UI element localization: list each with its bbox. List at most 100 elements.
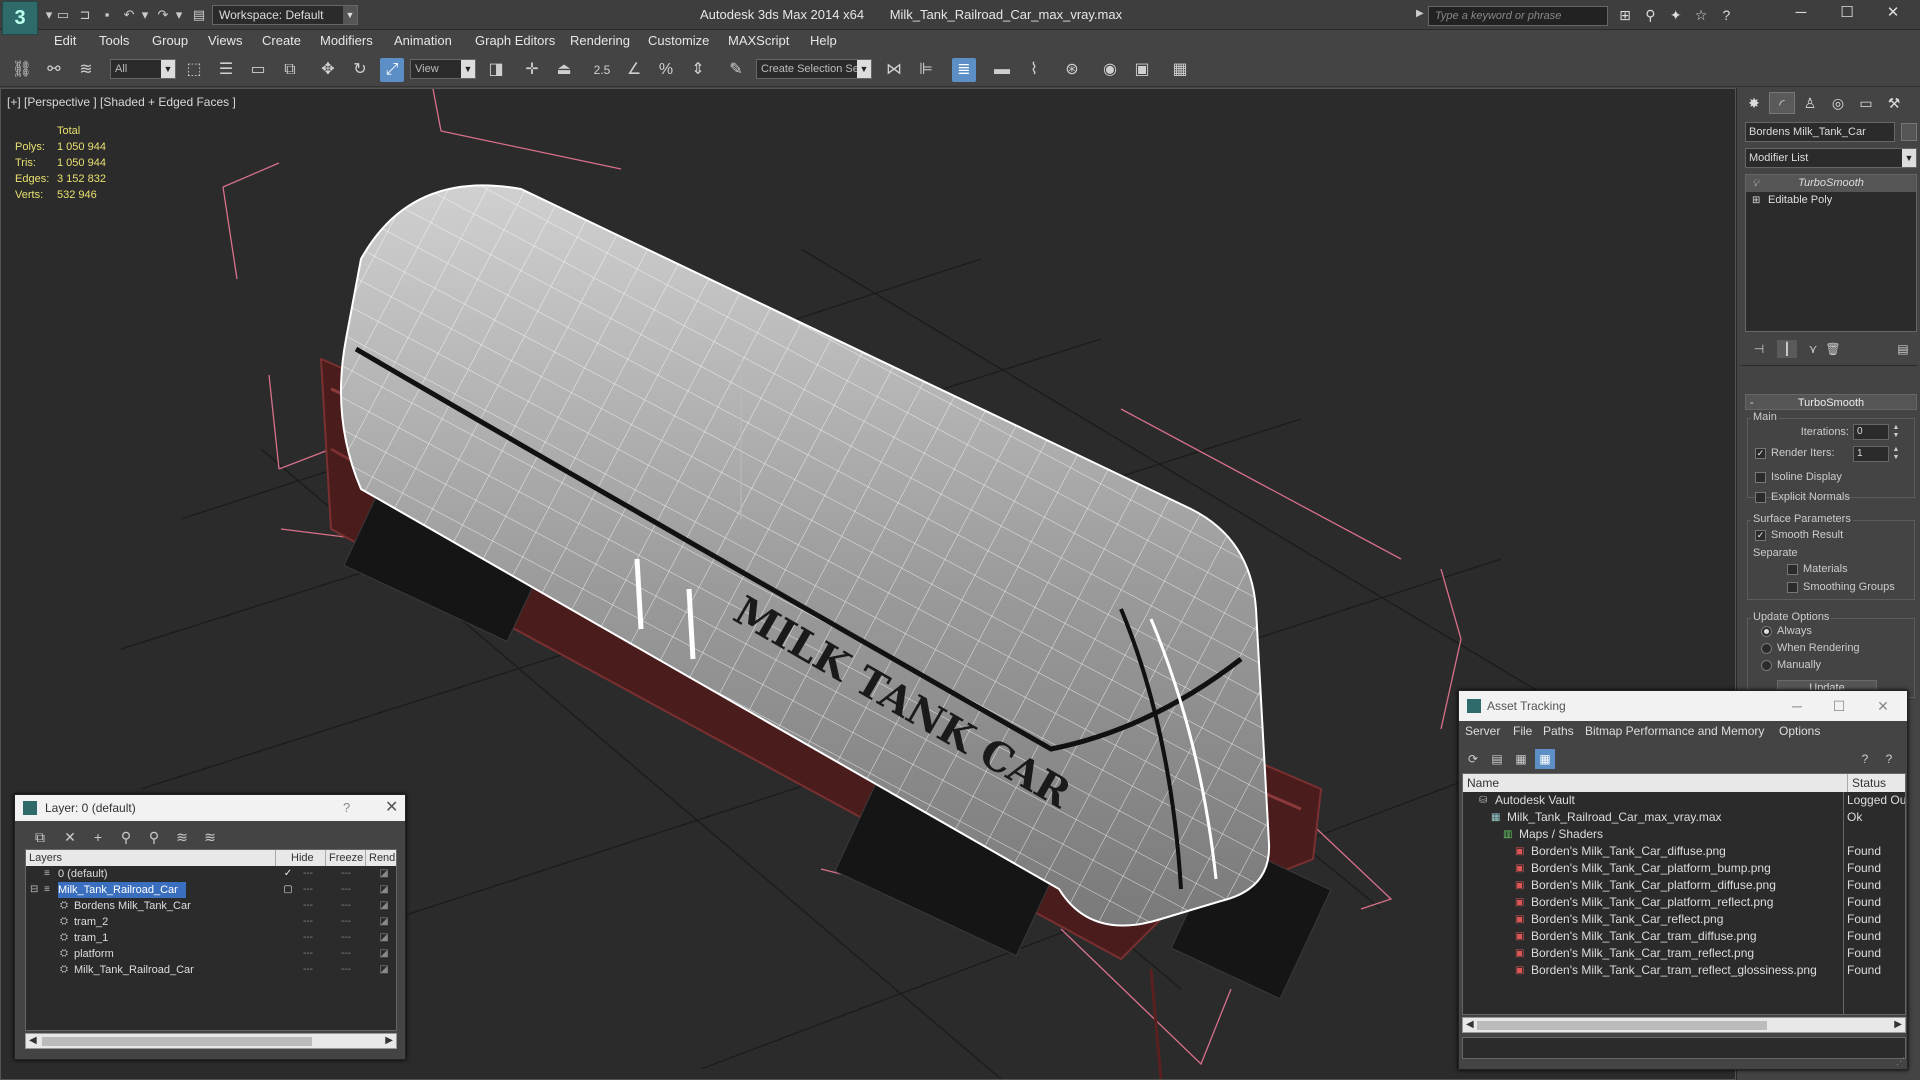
make-unique-icon[interactable]: ⋎ [1803, 340, 1823, 358]
binoculars-icon[interactable]: ⊞ [1614, 5, 1636, 25]
configure-sets-icon[interactable]: ▤ [1893, 340, 1913, 358]
close-icon[interactable]: ✕ [1863, 691, 1903, 721]
asset-menu-server[interactable]: Server [1465, 724, 1500, 738]
select-by-name-icon[interactable]: ☰ [214, 58, 238, 82]
scroll-right-icon[interactable]: ▶ [385, 1034, 393, 1048]
bind-space-warp-icon[interactable]: ≋ [74, 58, 98, 82]
menu-rendering[interactable]: Rendering [570, 33, 630, 48]
menu-help[interactable]: Help [810, 33, 837, 48]
always-radio[interactable] [1761, 626, 1772, 637]
scroll-right-icon[interactable]: ▶ [1894, 1018, 1902, 1032]
keyboard-shortcut-icon[interactable]: ⏏ [552, 58, 576, 82]
help-dropdown-icon[interactable]: ? [1879, 749, 1899, 769]
name-column-header[interactable]: Name [1467, 774, 1499, 792]
display-tab-icon[interactable]: ▭ [1853, 92, 1879, 114]
asset-row[interactable]: ▣ Borden's Milk_Tank_Car_diffuse.png Found [1463, 843, 1905, 860]
rectangular-selection-icon[interactable]: ▭ [246, 58, 270, 82]
asset-row[interactable]: ▣ Borden's Milk_Tank_Car_tram_reflect.png… [1463, 945, 1905, 962]
window-crossing-icon[interactable]: ⧉ [278, 58, 302, 82]
ribbon-toggle-icon[interactable]: ▬ [990, 58, 1014, 82]
open-file-icon[interactable]: ⊐ [76, 6, 94, 24]
remove-modifier-icon[interactable]: 🗑︎ [1823, 340, 1843, 358]
spinner-snap-icon[interactable]: ⇕ [686, 58, 710, 82]
pivot-center-icon[interactable]: ◨ [484, 58, 508, 82]
asset-menu-options[interactable]: Options [1779, 724, 1820, 738]
turbosmooth-rollout-header[interactable]: - TurboSmooth [1745, 394, 1917, 410]
help-icon[interactable]: ? [1715, 5, 1737, 25]
layer-row[interactable]: ⛭ tram_2 --- --- ◪ [26, 914, 396, 930]
menu-views[interactable]: Views [208, 33, 242, 48]
object-color-swatch[interactable] [1901, 123, 1917, 141]
asset-row[interactable]: ▣ Borden's Milk_Tank_Car_platform_diffuse… [1463, 877, 1905, 894]
asset-row[interactable]: ▣ Borden's Milk_Tank_Car_reflect.png Found [1463, 911, 1905, 928]
modify-tab-icon[interactable]: ◜ [1769, 92, 1795, 114]
new-file-icon[interactable]: ▭ [54, 6, 72, 24]
maximize-button[interactable]: ☐ [1824, 0, 1870, 26]
asset-row[interactable]: ▣ Borden's Milk_Tank_Car_tram_diffuse.png… [1463, 928, 1905, 945]
motion-tab-icon[interactable]: ◎ [1825, 92, 1851, 114]
select-and-link-icon[interactable]: ⛓ [10, 58, 34, 82]
render-iters-spinner-arrows[interactable]: ▲ ▼ [1891, 446, 1901, 462]
list-view-icon[interactable]: ▤ [1487, 749, 1507, 769]
iterations-spinner[interactable]: 0 [1853, 424, 1889, 440]
asset-tracking-titlebar[interactable]: Asset Tracking ─ ☐ ✕ [1459, 691, 1907, 721]
layer-horizontal-scrollbar[interactable]: ◀ ▶ [25, 1033, 397, 1049]
asset-menu-bitmap-performance[interactable]: Bitmap Performance and Memory [1585, 724, 1764, 738]
asset-row[interactable]: ▦ Milk_Tank_Railroad_Car_max_vray.max Ok [1463, 809, 1905, 826]
menu-customize[interactable]: Customize [648, 33, 709, 48]
stack-item-editable-poly[interactable]: ⊞ Editable Poly [1746, 192, 1916, 209]
freeze-all-layers-icon[interactable]: ≋ [199, 827, 221, 847]
layer-row[interactable]: ⛭ Milk_Tank_Railroad_Car --- --- ◪ [26, 962, 396, 978]
hide-all-layers-icon[interactable]: ≋ [171, 827, 193, 847]
expand-plus-icon[interactable]: ⊞ [1752, 192, 1760, 209]
menu-create[interactable]: Create [262, 33, 301, 48]
minimize-button[interactable]: ─ [1778, 0, 1824, 26]
layer-row[interactable]: ⛭ Bordens Milk_Tank_Car --- --- ◪ [26, 898, 396, 914]
scroll-thumb[interactable] [42, 1037, 312, 1046]
asset-path-field[interactable] [1462, 1037, 1906, 1059]
lightbulb-icon[interactable]: 💡︎ [1752, 175, 1759, 192]
modifier-list-dropdown[interactable]: Modifier List ▼ [1745, 148, 1917, 168]
create-tab-icon[interactable]: ✸ [1741, 92, 1767, 114]
stack-item-turbosmooth[interactable]: 💡︎ TurboSmooth [1746, 175, 1916, 192]
curve-editor-icon[interactable]: ⌇ [1022, 58, 1046, 82]
new-layer-icon[interactable]: ⧉ [29, 827, 51, 847]
unlink-icon[interactable]: ⚯ [42, 58, 66, 82]
pin-stack-icon[interactable]: ⊣ [1749, 340, 1769, 358]
freeze-column-header[interactable]: Freeze [326, 850, 366, 866]
scroll-thumb[interactable] [1477, 1021, 1767, 1030]
help-icon[interactable]: ? [1855, 749, 1875, 769]
signin-icon[interactable]: ✦ [1665, 5, 1687, 25]
workspace-selector[interactable]: Workspace: Default ▼ [212, 5, 358, 25]
reference-coordinate-dropdown[interactable]: View ▼ [410, 59, 476, 79]
save-file-icon[interactable]: ▪ [98, 6, 116, 24]
explicit-normals-checkbox[interactable] [1755, 492, 1766, 503]
render-icon[interactable]: ◪ [372, 930, 396, 946]
percent-snap-icon[interactable]: % [654, 58, 678, 82]
manually-radio[interactable] [1761, 660, 1772, 671]
asset-row[interactable]: ▣ Borden's Milk_Tank_Car_tram_reflect_glo… [1463, 962, 1905, 979]
collapse-icon[interactable]: ⊟ [30, 882, 38, 898]
render-iters-checkbox[interactable]: ✓ [1755, 448, 1766, 459]
hierarchy-tab-icon[interactable]: ♙ [1797, 92, 1823, 114]
layer-window-titlebar[interactable]: Layer: 0 (default) ? ✕ [15, 795, 405, 821]
align-icon[interactable]: ⊫ [914, 58, 938, 82]
help-icon[interactable]: ? [343, 795, 350, 821]
menu-group[interactable]: Group [152, 33, 188, 48]
layer-row[interactable]: ⛭ tram_1 --- --- ◪ [26, 930, 396, 946]
menu-edit[interactable]: Edit [54, 33, 76, 48]
scale-icon[interactable]: ⤢ [380, 58, 404, 82]
menu-animation[interactable]: Animation [394, 33, 452, 48]
material-editor-icon[interactable]: ◉ [1098, 58, 1122, 82]
named-selection-dropdown[interactable]: Create Selection Se ▼ [756, 59, 872, 79]
table-view-icon[interactable]: ▦ [1535, 749, 1555, 769]
refresh-icon[interactable]: ⟳ [1463, 749, 1483, 769]
when-rendering-radio[interactable] [1761, 643, 1772, 654]
object-name-field[interactable]: Bordens Milk_Tank_Car [1745, 122, 1895, 142]
render-icon[interactable]: ◪ [372, 898, 396, 914]
menu-maxscript[interactable]: MAXScript [728, 33, 789, 48]
layer-explorer-icon[interactable]: ≣ [952, 58, 976, 82]
viewport-label[interactable]: [+] [Perspective ] [Shaded + Edged Faces… [7, 95, 236, 109]
smooth-result-checkbox[interactable]: ✓ [1755, 530, 1766, 541]
layer-row[interactable]: ⛭ platform --- --- ◪ [26, 946, 396, 962]
